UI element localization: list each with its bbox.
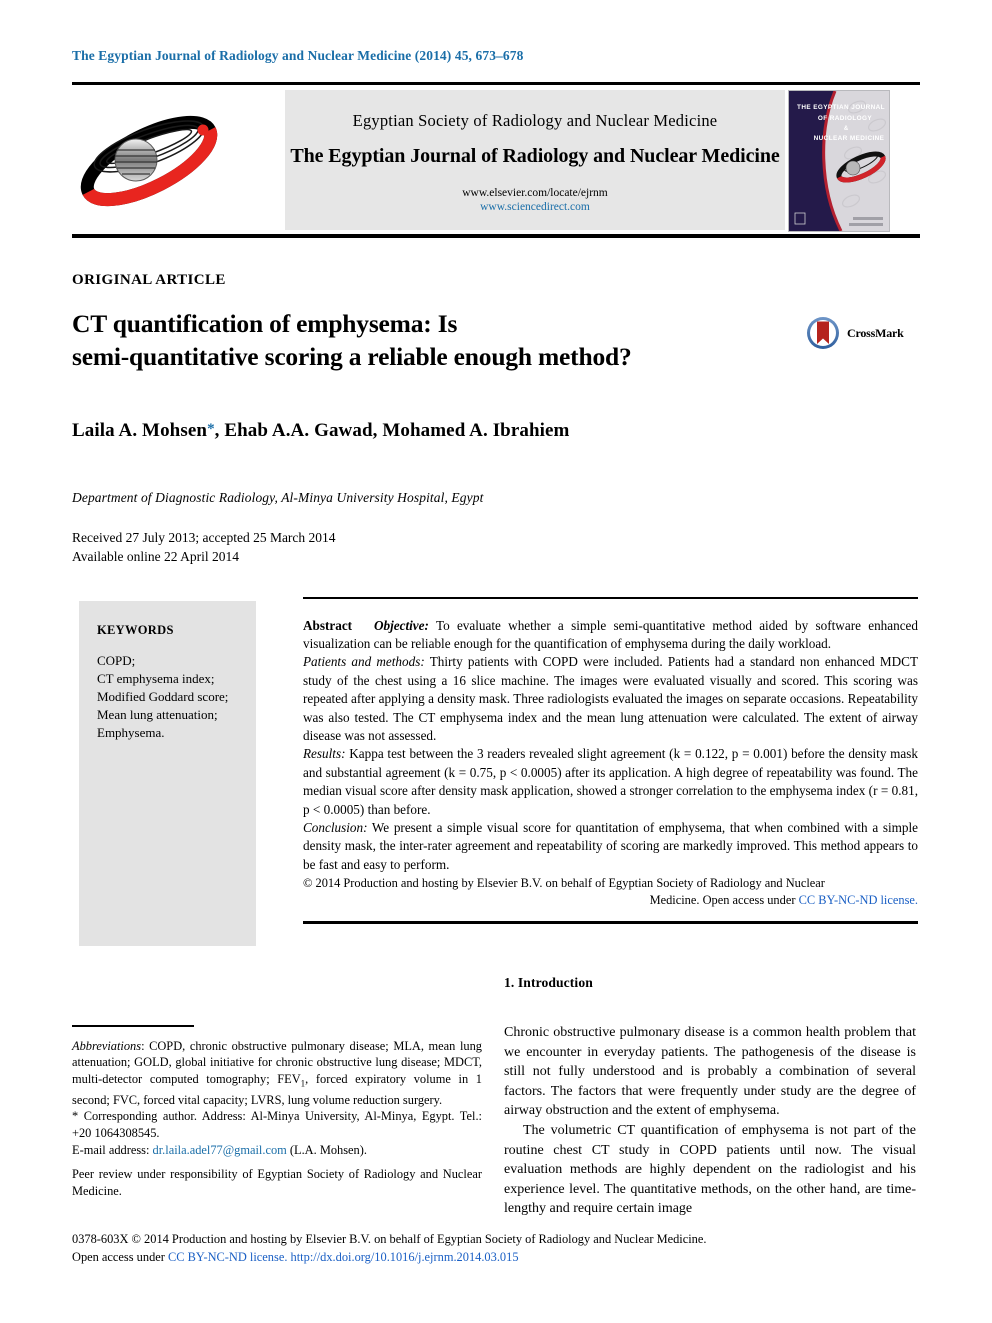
abstract-conclusion-label: Conclusion:: [303, 819, 368, 835]
keywords-list: COPD; CT emphysema index; Modified Godda…: [97, 652, 256, 742]
masthead-top-rule: [72, 82, 920, 85]
article-page: The Egyptian Journal of Radiology and Nu…: [0, 0, 992, 1323]
abbreviations-note: Abbreviations: COPD, chronic obstructive…: [72, 1038, 482, 1109]
masthead-center: Egyptian Society of Radiology and Nuclea…: [285, 90, 785, 230]
copyright-text-end: Medicine. Open access under: [649, 893, 796, 908]
abstract-body: Abstract Objective: To evaluate whether …: [303, 617, 918, 910]
cc-license-link[interactable]: CC BY-NC-ND license.: [799, 893, 918, 907]
abbreviations-label: Abbreviations: [72, 1038, 142, 1053]
abstract-methods-label: Patients and methods:: [303, 654, 425, 670]
email-link[interactable]: dr.laila.adel77@gmail.com: [153, 1143, 287, 1157]
journal-title: The Egyptian Journal of Radiology and Nu…: [290, 145, 780, 167]
page-footer: 0378-603X © 2014 Production and hosting …: [72, 1231, 922, 1266]
email-label: E-mail address:: [72, 1142, 150, 1157]
keyword-item: Modified Goddard score;: [97, 689, 229, 704]
corresponding-author-marker[interactable]: *: [207, 421, 215, 437]
sciencedirect-url[interactable]: www.sciencedirect.com: [285, 200, 785, 214]
page-title: CT quantification of emphysema: Is semi-…: [72, 307, 772, 373]
email-suffix: (L.A. Mohsen).: [289, 1142, 367, 1157]
author-others: , Ehab A.A. Gawad, Mohamed A. Ibrahiem: [214, 420, 570, 441]
abstract-label: Abstract: [303, 617, 353, 633]
corresponding-star: *: [72, 1109, 79, 1124]
section-heading-introduction: 1. Introduction: [504, 975, 593, 990]
journal-masthead: Egyptian Society of Radiology and Nuclea…: [72, 82, 920, 240]
corresponding-text: Corresponding author. Address: Al-Minya …: [72, 1109, 482, 1140]
abstract-section: Abstract Objective: To evaluate whether …: [303, 597, 918, 925]
abstract-top-rule: [303, 597, 918, 599]
svg-text:OF RADIOLOGY: OF RADIOLOGY: [818, 115, 872, 122]
footer-cc-license-link[interactable]: CC BY-NC-ND license.: [168, 1250, 287, 1264]
footnote-block: Abbreviations: COPD, chronic obstructive…: [72, 1038, 482, 1200]
email-note: E-mail address: dr.laila.adel77@gmail.co…: [72, 1142, 482, 1159]
abstract-objective-label: Objective:: [373, 617, 429, 633]
abstract-results-label: Results:: [303, 746, 346, 762]
keywords-heading: KEYWORDS: [97, 623, 174, 637]
abstract-conclusion-text: We present a simple visual score for qua…: [303, 819, 918, 872]
keyword-item: Mean lung attenuation;: [97, 707, 218, 722]
copyright-text: © 2014 Production and hosting by Elsevie…: [303, 876, 825, 891]
abstract-methods: Patients and methods: Thirty patients wi…: [303, 653, 918, 745]
keyword-item: Emphysema.: [97, 725, 165, 740]
article-type-label: ORIGINAL ARTICLE: [72, 272, 226, 288]
title-line-1: CT quantification of emphysema: Is: [72, 309, 458, 338]
abstract-conclusion: Conclusion: We present a simple visual s…: [303, 819, 918, 874]
abstract-results-text: Kappa test between the 3 readers reveale…: [303, 746, 919, 817]
author-primary: Laila A. Mohsen: [72, 420, 208, 441]
svg-text:NUCLEAR MEDICINE: NUCLEAR MEDICINE: [814, 135, 885, 142]
keyword-item: COPD;: [97, 653, 136, 668]
introduction-column: 1. Introduction Chronic obstructive pulm…: [504, 975, 916, 1219]
society-name: Egyptian Society of Radiology and Nuclea…: [352, 111, 718, 130]
masthead-bottom-rule: [72, 234, 920, 238]
abstract-bottom-rule: [303, 921, 918, 925]
keyword-item: CT emphysema index;: [97, 671, 215, 686]
open-access-prefix: Open access under: [72, 1249, 165, 1264]
crossmark-label: CrossMark: [847, 325, 904, 340]
introduction-body: Chronic obstructive pulmonary disease is…: [504, 1023, 916, 1219]
intro-paragraph-1: Chronic obstructive pulmonary disease is…: [504, 1025, 916, 1119]
footnote-column: Abbreviations: COPD, chronic obstructive…: [72, 1025, 482, 1199]
peer-review-note: Peer review under responsibility of Egyp…: [72, 1167, 482, 1198]
author-list: Laila A. Mohsen*, Ehab A.A. Gawad, Moham…: [72, 420, 570, 442]
available-online-date: Available online 22 April 2014: [72, 548, 239, 564]
intro-paragraph-2: The volumetric CT quantification of emph…: [504, 1122, 916, 1217]
copyright-text-end-line: Medicine. Open access under CC BY-NC-ND …: [303, 892, 918, 909]
society-logo-icon: [74, 100, 224, 222]
affiliation: Department of Diagnostic Radiology, Al-M…: [72, 490, 484, 505]
corresponding-author-note: * Corresponding author. Address: Al-Miny…: [72, 1108, 482, 1141]
crossmark-badge[interactable]: CrossMark: [806, 314, 916, 352]
footer-license-line: Open access under CC BY-NC-ND license. h…: [72, 1249, 922, 1267]
running-head: The Egyptian Journal of Radiology and Nu…: [72, 48, 524, 63]
abstract-objective: Abstract Objective: To evaluate whether …: [303, 617, 918, 654]
crossmark-icon: [807, 317, 839, 349]
publication-dates: Received 27 July 2013; accepted 25 March…: [72, 529, 336, 566]
journal-cover-thumbnail: THE EGYPTIAN JOURNAL OF RADIOLOGY & NUCL…: [788, 90, 890, 232]
keywords-box: KEYWORDS COPD; CT emphysema index; Modif…: [79, 601, 256, 946]
footnote-rule: [72, 1025, 194, 1027]
svg-text:&: &: [844, 126, 849, 132]
title-line-2: semi-quantitative scoring a reliable eno…: [72, 342, 632, 371]
elsevier-url[interactable]: www.elsevier.com/locate/ejrnm: [285, 186, 785, 200]
abstract-copyright: © 2014 Production and hosting by Elsevie…: [303, 875, 918, 909]
svg-text:THE EGYPTIAN JOURNAL: THE EGYPTIAN JOURNAL: [797, 104, 885, 111]
masthead-urls: www.elsevier.com/locate/ejrnm www.scienc…: [285, 186, 785, 214]
doi-link[interactable]: http://dx.doi.org/10.1016/j.ejrnm.2014.0…: [291, 1250, 519, 1264]
received-date: Received 27 July 2013; accepted 25 March…: [72, 530, 336, 545]
abstract-results: Results: Kappa test between the 3 reader…: [303, 745, 918, 819]
footer-copyright-line: 0378-603X © 2014 Production and hosting …: [72, 1232, 707, 1246]
